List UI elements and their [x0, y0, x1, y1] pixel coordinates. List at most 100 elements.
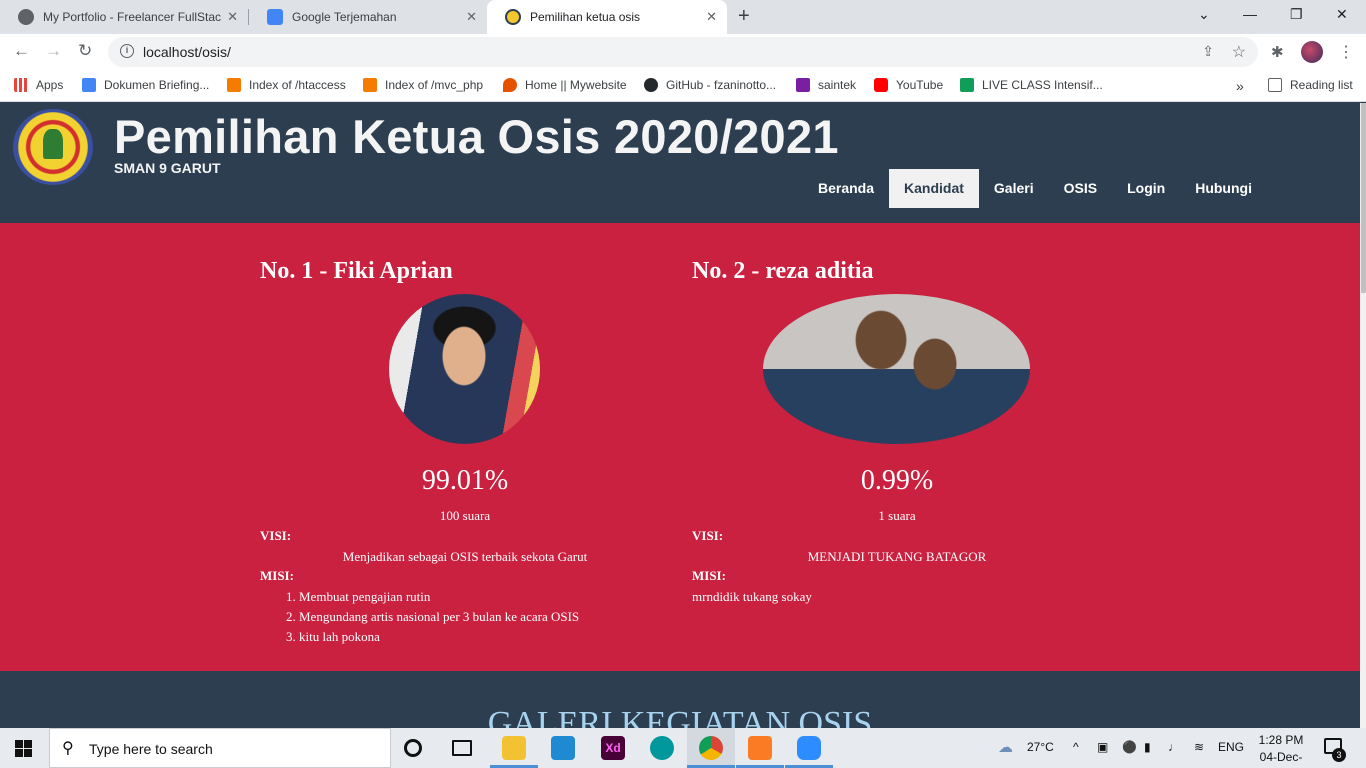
windows-start-button[interactable]: [15, 740, 32, 757]
osis-favicon-icon: [505, 9, 521, 25]
vote-count: 1 suara: [878, 508, 916, 523]
flame-icon: [503, 78, 517, 92]
candidate-heading: No. 2 - reza aditia: [692, 258, 874, 284]
list-item: 1. Membuat pengajian rutin: [286, 589, 431, 604]
search-icon: ⚲: [62, 740, 74, 757]
chrome-icon[interactable]: [699, 736, 723, 760]
browser-tab-osis[interactable]: Pemilihan ketua osis ✕: [487, 0, 727, 34]
visi-text: Menjadikan sebagai OSIS terbaik sekota G…: [342, 549, 588, 564]
address-bar[interactable]: i localhost/osis/ ⇪ ☆: [108, 37, 1258, 67]
reading-list-button[interactable]: Reading list: [1268, 78, 1353, 92]
list-item: 2. Mengundang artis nasional per 3 bulan…: [286, 609, 580, 624]
site-info-icon[interactable]: i: [120, 44, 134, 58]
main-nav: Beranda Kandidat Galeri OSIS Login Hubun…: [803, 169, 1267, 208]
list-item: 3. kitu lah pokona: [286, 629, 380, 644]
bookmark-label: Index of /htaccess: [249, 78, 346, 92]
restore-button[interactable]: ❐: [1290, 6, 1303, 23]
bookmark-youtube[interactable]: YouTube: [874, 78, 943, 92]
globe-icon: [18, 9, 34, 25]
nav-osis[interactable]: OSIS: [1049, 169, 1112, 208]
reading-list-icon: [1268, 78, 1282, 92]
nav-kandidat[interactable]: Kandidat: [889, 169, 979, 208]
windows-taskbar: ⚲ Type here to search Xd ☁ 27°C ^ ▣ ⚫ ▮ …: [0, 728, 1366, 768]
show-hidden-icons-icon[interactable]: ^: [1073, 740, 1079, 754]
google-translate-icon: [267, 9, 283, 25]
bookmark-saintek[interactable]: saintek: [796, 78, 856, 92]
arduino-icon[interactable]: [650, 736, 674, 760]
adobe-xd-icon[interactable]: Xd: [601, 736, 625, 760]
share-icon[interactable]: ⇪: [1202, 43, 1214, 60]
close-window-button[interactable]: ✕: [1336, 6, 1348, 23]
forward-button[interactable]: →: [45, 41, 62, 61]
tab-search-button[interactable]: ⌄: [1198, 6, 1210, 23]
xampp-icon: [363, 78, 377, 92]
page-title: Pemilihan Ketua Osis 2020/2021: [114, 110, 839, 163]
visi-label: VISI:: [260, 528, 292, 543]
task-view-icon[interactable]: [452, 740, 472, 756]
vote-percentage: 0.99%: [860, 465, 934, 496]
bookmark-htaccess[interactable]: Index of /htaccess: [227, 78, 346, 92]
nav-login[interactable]: Login: [1112, 169, 1180, 208]
tab-title: Pemilihan ketua osis: [530, 10, 641, 24]
tray-app-icon[interactable]: ▣: [1097, 740, 1108, 754]
file-explorer-icon[interactable]: [502, 736, 526, 760]
bookmark-live-class[interactable]: LIVE CLASS Intensif...: [960, 78, 1103, 92]
bookmark-star-icon[interactable]: ☆: [1232, 42, 1246, 62]
profile-avatar[interactable]: [1301, 41, 1323, 63]
browser-menu-icon[interactable]: ⋮: [1338, 42, 1354, 62]
close-icon[interactable]: ✕: [706, 9, 717, 25]
reading-list-label: Reading list: [1290, 78, 1353, 92]
zenius-icon: [796, 78, 810, 92]
more-bookmarks-button[interactable]: »: [1236, 78, 1244, 94]
xampp-icon[interactable]: [748, 736, 772, 760]
bookmark-mywebsite[interactable]: Home || Mywebsite: [503, 78, 627, 92]
bookmark-mvc-php[interactable]: Index of /mvc_php: [363, 78, 483, 92]
zoom-icon[interactable]: [797, 736, 821, 760]
school-logo: [13, 109, 93, 185]
bookmark-apps[interactable]: Apps: [14, 78, 63, 92]
battery-icon[interactable]: ▮: [1144, 740, 1151, 754]
bookmark-label: Dokumen Briefing...: [104, 78, 210, 92]
misi-label: MISI:: [260, 568, 294, 583]
microphone-icon[interactable]: ⚫: [1122, 740, 1137, 754]
wifi-icon[interactable]: ≋: [1194, 740, 1204, 754]
misi-text: mrndidik tukang sokay: [692, 589, 812, 604]
bookmarks-bar: Apps Dokumen Briefing... Index of /htacc…: [0, 70, 1366, 102]
bookmark-github[interactable]: GitHub - fzaninotto...: [644, 78, 776, 92]
taskbar-clock[interactable]: 1:28 PM 04-Dec-21: [1253, 732, 1309, 768]
nav-galeri[interactable]: Galeri: [979, 169, 1049, 208]
bookmark-label: GitHub - fzaninotto...: [666, 78, 777, 92]
vote-count: 100 suara: [439, 508, 491, 523]
nav-beranda[interactable]: Beranda: [803, 169, 889, 208]
clock-time: 1:28 PM: [1258, 733, 1304, 747]
youtube-icon: [874, 78, 888, 92]
browser-toolbar: ← → ↻ i localhost/osis/ ⇪ ☆ ✱ ⋮: [0, 34, 1366, 70]
close-icon[interactable]: ✕: [466, 9, 477, 25]
browser-tab-translate[interactable]: Google Terjemahan ✕: [249, 0, 487, 34]
scrollbar-thumb[interactable]: [1361, 103, 1366, 293]
vscode-icon[interactable]: [551, 736, 575, 760]
reload-button[interactable]: ↻: [78, 41, 92, 61]
site-header: Pemilihan Ketua Osis 2020/2021 SMAN 9 GA…: [0, 103, 1366, 223]
browser-tab-portfolio[interactable]: My Portfolio - Freelancer FullStac ✕: [0, 0, 248, 34]
gallery-heading: GALERI KEGIATAN OSIS: [487, 705, 873, 728]
misi-list: 1. Membuat pengajian rutin 2. Mengundang…: [286, 589, 579, 649]
close-icon[interactable]: ✕: [227, 9, 238, 25]
minimize-button[interactable]: —: [1243, 6, 1257, 22]
taskbar-search-input[interactable]: ⚲ Type here to search: [49, 728, 391, 768]
weather-temperature[interactable]: 27°C: [1027, 740, 1054, 754]
new-tab-button[interactable]: +: [738, 5, 750, 28]
candidates-section: No. 1 - Fiki Aprian 99.01% 100 suara VIS…: [0, 223, 1360, 671]
page-subtitle: SMAN 9 GARUT: [114, 160, 221, 176]
tab-title: Google Terjemahan: [292, 10, 397, 24]
tab-title: My Portfolio - Freelancer FullStac: [43, 10, 221, 24]
back-button[interactable]: ←: [13, 41, 30, 61]
weather-cloud-icon: ☁: [998, 739, 1013, 756]
volume-icon[interactable]: ♩: [1168, 740, 1180, 754]
language-indicator[interactable]: ENG: [1218, 740, 1244, 754]
extensions-icon[interactable]: ✱: [1271, 43, 1284, 61]
cortana-icon[interactable]: [404, 739, 422, 757]
nav-hubungi[interactable]: Hubungi: [1180, 169, 1267, 208]
bookmark-dokumen[interactable]: Dokumen Briefing...: [82, 78, 209, 92]
url-text[interactable]: localhost/osis/: [143, 44, 231, 60]
